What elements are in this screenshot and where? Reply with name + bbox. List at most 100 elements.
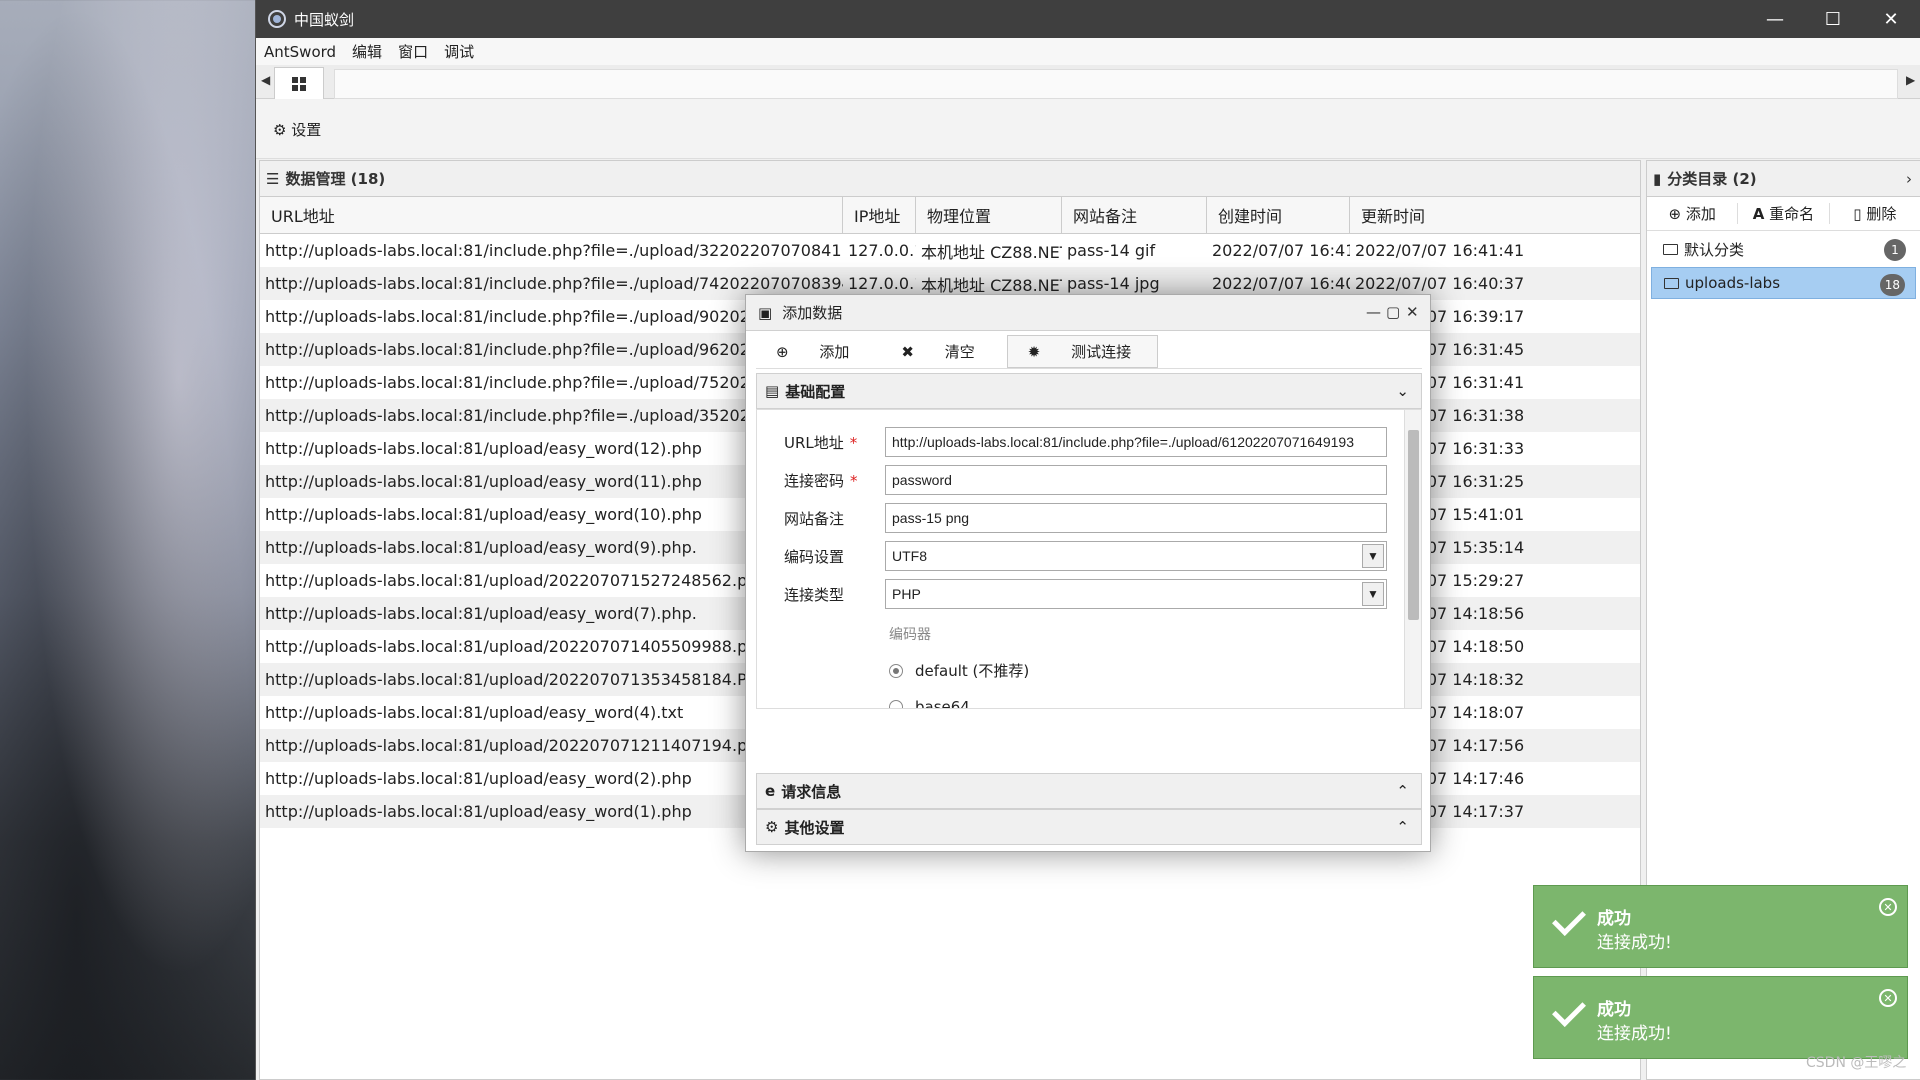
cell-updated: 2022/07/07 16:41:41 [1355,241,1525,260]
cell-note: pass-14 gif [1067,241,1156,260]
menu-antsword[interactable]: AntSword [256,43,344,61]
toast-title: 成功 [1597,909,1631,929]
cell-created: 2022/07/07 16:41:41 [1212,241,1350,260]
title-bar: 中国蚁剑 — ☐ ✕ [256,0,1920,38]
close-button[interactable]: ✕ [1862,0,1920,38]
menu-edit[interactable]: 编辑 [344,41,390,62]
note-row: 网站备注 pass-15 png [757,502,1397,534]
list-icon: ☰ [266,169,280,188]
ie-icon: e [765,782,776,800]
cell-ip: 127.0.0.1 [848,274,916,293]
cell-updated: 2022/07/07 16:40:37 [1355,274,1525,293]
dialog-close-button[interactable]: ✕ [1406,303,1419,321]
add-data-dialog: ▣ 添加数据 — ▢ ✕ ⊕ 添加 ✖ 清空 ✹ 测试连接 ▤ 基础配置 ⌄ U… [745,294,1431,852]
url-input[interactable]: http://uploads-labs.local:81/include.php… [885,427,1387,457]
dialog-title-bar: ▣ 添加数据 [746,295,1430,331]
col-updated[interactable]: 更新时间 [1350,197,1540,233]
type-value: PHP [892,586,921,602]
dialog-minimize-button[interactable]: — [1366,303,1381,321]
check-icon [1552,993,1586,1027]
encoder-radio-default[interactable]: default (不推荐) [889,660,1029,681]
cell-created: 2022/07/07 16:40:37 [1212,274,1350,293]
toast-message: 连接成功! [1597,933,1672,953]
settings-button[interactable]: ⚙ 设置 [273,119,321,140]
section-request-title: 请求信息 [781,782,842,801]
note-input[interactable]: pass-15 png [885,503,1387,533]
table-header: URL地址 IP地址 物理位置 网站备注 创建时间 更新时间 [260,197,1640,234]
url-row: URL地址 * http://uploads-labs.local:81/incl… [757,426,1397,458]
dialog-clear-label: 清空 [944,343,975,361]
tab-scroll-right-icon[interactable]: ▶ [1906,73,1915,87]
cell-loc: 本机地址 CZ88.NET [921,242,1062,262]
encoder-option-label: base64 [915,698,970,709]
section-basic-title: 基础配置 [785,382,846,401]
plus-circle-icon: ⊕ [776,343,789,361]
encoding-row: 编码设置 UTF8 ▼ [757,540,1397,572]
test-connection-button[interactable]: ✹ 测试连接 [1006,335,1159,368]
cell-note: pass-14 jpg [1067,274,1160,293]
dialog-clear-button[interactable]: ✖ 清空 [881,336,1000,367]
dialog-title: 添加数据 [782,304,843,322]
table-row[interactable]: http://uploads-labs.local:81/include.php… [260,234,1640,267]
col-note[interactable]: 网站备注 [1062,197,1207,233]
category-add-button[interactable]: ⊕ 添加 [1647,203,1739,224]
desktop-wallpaper [0,0,255,1080]
file-icon: ▤ [765,382,780,400]
dialog-add-button[interactable]: ⊕ 添加 [756,336,875,367]
success-toast: 成功 连接成功! ✕ [1533,976,1908,1059]
section-other-header[interactable]: ⚙ 其他设置 ⌃ [756,809,1422,845]
collapse-right-icon[interactable]: › [1906,170,1912,188]
form-scrollbar[interactable] [1404,410,1421,708]
encoding-select[interactable]: UTF8 ▼ [885,541,1387,571]
type-label: 连接类型 [784,585,845,604]
check-icon [1552,902,1586,936]
cell-loc: 本机地址 CZ88.NET [921,275,1062,295]
category-add-label: 添加 [1685,205,1716,223]
tab-scroll-left-icon[interactable]: ◀ [261,73,270,87]
cell-url: http://uploads-labs.local:81/include.php… [265,274,843,293]
encoder-option-label: default (不推荐) [915,662,1030,680]
section-request-header[interactable]: e 请求信息 ⌃ [756,773,1422,809]
minimize-button[interactable]: — [1746,0,1804,38]
col-location[interactable]: 物理位置 [916,197,1062,233]
chevron-up-icon: ⌃ [1396,818,1409,836]
password-label-text: 连接密码 [784,471,845,490]
trash-icon: ▯ [1853,205,1862,223]
note-label: 网站备注 [784,509,845,528]
toast-close-icon[interactable]: ✕ [1879,989,1897,1007]
category-label: uploads-labs [1685,274,1781,292]
section-basic-header[interactable]: ▤ 基础配置 ⌄ [756,373,1422,409]
encoder-label: 编码器 [889,627,931,643]
category-rename-button[interactable]: A 重命名 [1738,203,1830,224]
folder-icon [1663,243,1678,255]
scrollbar-thumb[interactable] [1408,430,1419,620]
category-delete-button[interactable]: ▯ 删除 [1830,203,1920,224]
col-url[interactable]: URL地址 [260,197,843,233]
cell-url: http://uploads-labs.local:81/include.php… [265,241,843,260]
tab-strip: ◀ ▶ [256,65,1920,99]
tab-home[interactable] [274,67,324,99]
category-panel-header: ▮ 分类目录 (2) › [1647,161,1920,197]
category-item-uploads-labs[interactable]: uploads-labs 18 [1651,267,1916,299]
toast-message: 连接成功! [1597,1024,1672,1044]
password-input[interactable]: password [885,465,1387,495]
radio-checked-icon [889,663,903,678]
menu-debug[interactable]: 调试 [436,41,482,62]
category-item-default[interactable]: 默认分类 1 [1651,233,1916,265]
tab-area [334,69,1898,99]
type-select[interactable]: PHP ▼ [885,579,1387,609]
encoder-radio-base64[interactable]: base64 [889,698,970,709]
data-panel-title: 数据管理 (18) [285,170,386,188]
chevron-down-icon: ⌄ [1396,382,1409,400]
data-panel-header: ☰ 数据管理 (18) [260,161,1640,197]
col-ip[interactable]: IP地址 [843,197,916,233]
dialog-maximize-button[interactable]: ▢ [1386,303,1400,321]
required-mark: * [849,433,858,452]
maximize-button[interactable]: ☐ [1804,0,1862,38]
dialog-add-label: 添加 [819,343,850,361]
menu-window[interactable]: 窗口 [390,41,436,62]
toast-close-icon[interactable]: ✕ [1879,898,1897,916]
chevron-down-icon: ▼ [1362,582,1384,606]
encoding-value: UTF8 [892,548,927,564]
col-created[interactable]: 创建时间 [1207,197,1350,233]
